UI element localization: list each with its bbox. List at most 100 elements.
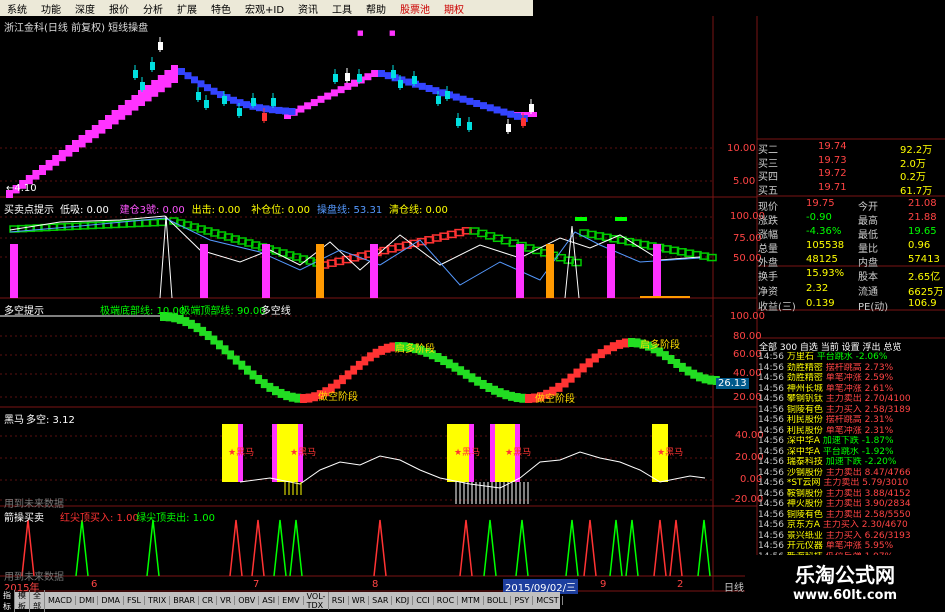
panel3-magenta-bar: [490, 424, 495, 482]
tick-item[interactable]: 14:56 神火股份 主力卖出 3.90/2834: [758, 499, 945, 510]
price-ribbon-block: [371, 70, 379, 77]
panel4-spike: [273, 519, 287, 577]
price-ribbon-block: [39, 165, 46, 175]
panel1-signal-bar: [200, 244, 208, 298]
tick-item[interactable]: 14:56 鞍钢股份 主力卖出 3.88/4152: [758, 489, 945, 500]
tab-模板[interactable]: 模板: [15, 589, 30, 612]
panel3-star-label: ★黑马: [505, 447, 531, 458]
price-ribbon-block: [486, 104, 494, 112]
tick-item[interactable]: 14:56 瑞泰科技 加速下跌 -2.20%: [758, 457, 945, 468]
panel4-name: 箭操买卖: [4, 513, 44, 524]
price-ribbon-block: [507, 110, 515, 118]
tick-item[interactable]: 14:56 铜陵有色 主力卖出 2.58/5550: [758, 510, 945, 521]
p1items-item-1: 建仓3號: 0.00: [119, 205, 185, 216]
tab-全部[interactable]: 全部: [30, 589, 45, 612]
price-ribbon-block: [378, 70, 385, 77]
tick-item[interactable]: 14:56 *ST云网 主力卖出 5.79/3010: [758, 478, 945, 489]
price-ribbon-block: [138, 90, 145, 106]
period-label[interactable]: 日线: [724, 579, 744, 594]
panel2-axis-80: 80.00: [733, 331, 762, 342]
quote-row: 买二 19.74 92.2万: [758, 141, 933, 156]
tick-item[interactable]: 14:56 利民股份 单笔冲涨 2.31%: [758, 426, 945, 437]
price-ribbon-block: [98, 120, 106, 134]
price-ribbon-block: [514, 112, 521, 120]
panel4-spike: [483, 519, 497, 577]
price-ribbon-block: [324, 92, 332, 100]
tab-mtm[interactable]: MTM: [458, 596, 484, 605]
price-ribbon-block: [157, 75, 165, 93]
p1items-item-0: 低吸: 0.00: [60, 205, 109, 216]
price-ribbon-block: [164, 70, 172, 88]
tick-item[interactable]: 14:56 铜陵有色 主力买入 2.58/3189: [758, 405, 945, 416]
p2items-item-1: 极端顶部线: 90.00: [180, 306, 266, 317]
tab-sar[interactable]: SAR: [369, 596, 393, 605]
tab-rsi[interactable]: RSI: [329, 596, 349, 605]
price-ribbon-block: [310, 99, 318, 107]
panel4-spike: [669, 519, 683, 577]
price-ribbon-block: [85, 130, 93, 143]
quote-row: 买四 19.72 0.2万: [758, 168, 926, 183]
panel2-text-short-1: 做空阶段: [318, 392, 358, 403]
tick-item[interactable]: 14:56 神州长城 单笔冲涨 2.61%: [758, 384, 945, 395]
tab-roc[interactable]: ROC: [434, 596, 459, 605]
candle-body: [345, 73, 350, 81]
tick-item[interactable]: 14:56 万里石 平台跳水 -2.06%: [758, 352, 945, 363]
candle-body: [467, 122, 472, 130]
tab-obv[interactable]: OBV: [235, 596, 260, 605]
tick-item[interactable]: 14:56 深中华A 加速下跌 -1.87%: [758, 436, 945, 447]
candle-body: [158, 42, 163, 50]
price-ribbon-block: [144, 85, 152, 102]
tab-brar[interactable]: BRAR: [170, 596, 200, 605]
price-ribbon-block: [32, 170, 40, 180]
price-ribbon-block: [131, 95, 139, 111]
p2items-item-2: 多空线: [260, 306, 291, 317]
price-ribbon-block: [91, 125, 99, 139]
price-ribbon-block: [351, 79, 358, 87]
tab-dma[interactable]: DMA: [98, 596, 124, 605]
tab-vr[interactable]: VR: [217, 596, 236, 605]
tab-fsl[interactable]: FSL: [124, 596, 145, 605]
panel3-star-label: ★黑马: [657, 447, 683, 458]
price-ribbon-block: [197, 80, 205, 88]
tick-item[interactable]: 14:56 攀钢钒钛 主力卖出 2.70/4100: [758, 394, 945, 405]
tick-item[interactable]: 14:56 开元仪器 单笔冲涨 5.95%: [758, 541, 945, 552]
tab-asi[interactable]: ASI: [259, 596, 280, 605]
tick-item[interactable]: 14:56 景兴纸业 主力买入 6.26/3193: [758, 531, 945, 542]
candle-body: [196, 92, 201, 100]
tab-boll[interactable]: BOLL: [484, 596, 512, 605]
tab-指标[interactable]: 指标: [0, 589, 15, 612]
candle-body: [251, 98, 256, 106]
panel3-star-label: ★黑马: [228, 447, 254, 458]
tick-item[interactable]: 14:56 京东方A 主力买入 2.30/4670: [758, 520, 945, 531]
candle-body: [357, 74, 362, 82]
tab-macd[interactable]: MACD: [45, 596, 76, 605]
candle-body: [521, 118, 526, 126]
candle-body: [237, 108, 242, 116]
tab-vol-tdx[interactable]: VOL-TDX: [304, 591, 329, 610]
panel3-magenta-bar: [272, 424, 277, 482]
tick-item[interactable]: 14:56 沙钢股份 主力卖出 8.47/4766: [758, 468, 945, 479]
panel4-spike: [459, 519, 473, 577]
tick-item[interactable]: 14:56 劲胜精密 单笔冲涨 2.59%: [758, 373, 945, 384]
tab-mcst[interactable]: MCST: [533, 596, 563, 605]
date-axis-jul: 7: [253, 579, 260, 590]
tab-trix[interactable]: TRIX: [145, 596, 171, 605]
panel4-spike: [653, 519, 667, 577]
tick-item[interactable]: 14:56 利民股份 摆杆跳高 2.31%: [758, 415, 945, 426]
panel1-top-dash: [615, 217, 627, 221]
panel4-spike: [697, 519, 711, 577]
tab-wr[interactable]: WR: [349, 596, 370, 605]
tab-cci[interactable]: CCI: [413, 596, 434, 605]
price-ribbon-block: [384, 72, 392, 80]
tab-kdj[interactable]: KDJ: [392, 596, 414, 605]
price-ribbon-block: [124, 100, 132, 116]
tab-psy[interactable]: PSY: [511, 596, 534, 605]
price-ribbon-block: [425, 85, 433, 92]
tick-item[interactable]: 14:56 劲胜精密 摆杆跳高 2.73%: [758, 363, 945, 374]
tab-cr[interactable]: CR: [199, 596, 218, 605]
tick-item[interactable]: 14:56 深中华A 平台跳水 -1.92%: [758, 447, 945, 458]
tab-emv[interactable]: EMV: [279, 596, 304, 605]
tab-dmi[interactable]: DMI: [76, 596, 99, 605]
panel4-spike: [251, 519, 265, 577]
candle-body: [222, 96, 227, 104]
